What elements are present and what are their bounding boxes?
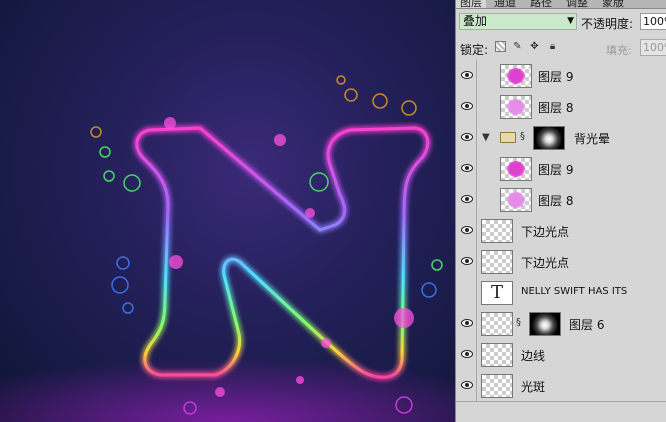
tab-layers[interactable]: 图层 [456, 0, 486, 8]
fill-input[interactable]: 100% [640, 39, 666, 56]
layer-name: 光斑 [521, 380, 546, 394]
expand-triangle-icon[interactable]: ▼ [482, 132, 490, 143]
visibility-toggle[interactable] [457, 277, 477, 308]
layer-thumbnail [500, 95, 532, 119]
layer-row[interactable]: 图层 8 [456, 91, 666, 123]
blend-opacity-row: 叠加 ▼ 不透明度: 100% [456, 9, 666, 35]
layer-row[interactable]: 光斑 [456, 370, 666, 402]
lock-fill-row: 锁定: ✎ ✥ 🔒︎ 填充: 100% [456, 36, 666, 61]
layer-thumbnail [481, 374, 513, 398]
blend-mode-value: 叠加 [463, 14, 488, 28]
layer-name: 边线 [521, 349, 546, 363]
layer-mask-thumbnail [533, 126, 565, 150]
layer-mask-thumbnail [529, 312, 561, 336]
layer-row[interactable]: 图层 9 [456, 153, 666, 185]
layer-thumbnail [500, 188, 532, 212]
layer-thumbnail [481, 343, 513, 367]
tab-adjustments[interactable]: 调整 [562, 0, 592, 8]
layer-row[interactable]: 下边光点 [456, 246, 666, 278]
blend-mode-select[interactable]: 叠加 ▼ [459, 13, 577, 30]
layer-row[interactable]: § 图层 6 [456, 308, 666, 340]
document-canvas[interactable] [0, 0, 455, 422]
brush-lock-icon[interactable]: ✎ [512, 41, 523, 52]
text-layer-row[interactable]: T NELLY SWIFT HAS ITS [456, 277, 666, 309]
eye-icon[interactable] [457, 246, 477, 277]
eye-icon[interactable] [457, 153, 477, 184]
padlock-icon[interactable]: 🔒︎ [547, 41, 558, 52]
dropdown-arrow-icon: ▼ [567, 16, 574, 26]
opacity-label: 不透明度: [581, 17, 634, 31]
eye-icon[interactable] [457, 91, 477, 122]
text-layer-icon: T [481, 281, 513, 305]
layer-name: NELLY SWIFT HAS ITS [521, 286, 628, 297]
layer-name: 图层 9 [538, 163, 574, 177]
layer-row[interactable]: 图层 9 [456, 60, 666, 92]
layer-name: 图层 6 [569, 318, 605, 332]
eye-icon[interactable] [457, 370, 477, 401]
move-lock-icon[interactable]: ✥ [529, 41, 540, 52]
fill-label: 填充: [606, 44, 632, 57]
eye-icon[interactable] [457, 215, 477, 246]
eye-icon[interactable] [457, 339, 477, 370]
eye-icon[interactable] [457, 60, 477, 91]
opacity-input[interactable]: 100% [640, 13, 666, 30]
layer-row[interactable]: 下边光点 [456, 215, 666, 247]
layer-row[interactable]: 图层 8 [456, 184, 666, 216]
eye-icon[interactable] [457, 184, 477, 215]
layer-thumbnail [481, 312, 513, 336]
layer-name: 背光晕 [574, 132, 611, 146]
lock-label: 锁定: [460, 43, 489, 57]
layer-thumbnail [481, 250, 513, 274]
layer-thumbnail [481, 219, 513, 243]
layer-name: 图层 9 [538, 70, 574, 84]
neon-n-artwork [0, 75, 455, 422]
layers-panel: 图层 通道 路径 调整 蒙版 叠加 ▼ 不透明度: 100% 锁定: ✎ ✥ 🔒… [455, 0, 666, 422]
tab-channels[interactable]: 通道 [490, 0, 520, 8]
checkerboard-lock-icon[interactable] [495, 41, 506, 52]
layer-name: 图层 8 [538, 194, 574, 208]
eye-icon[interactable] [457, 122, 477, 153]
tab-paths[interactable]: 路径 [526, 0, 556, 8]
layer-group-row[interactable]: ▼ § 背光晕 [456, 122, 666, 154]
layer-thumbnail [500, 64, 532, 88]
folder-icon [500, 132, 516, 143]
panel-tabs: 图层 通道 路径 调整 蒙版 [456, 0, 666, 9]
eye-icon[interactable] [457, 308, 477, 339]
tab-masks[interactable]: 蒙版 [598, 0, 628, 8]
link-icon[interactable]: § [520, 131, 525, 142]
layer-row[interactable]: 边线 [456, 339, 666, 371]
layer-name: 下边光点 [521, 225, 570, 239]
layer-thumbnail [500, 157, 532, 181]
layer-name: 下边光点 [521, 256, 570, 270]
link-icon[interactable]: § [516, 317, 521, 328]
layer-name: 图层 8 [538, 101, 574, 115]
